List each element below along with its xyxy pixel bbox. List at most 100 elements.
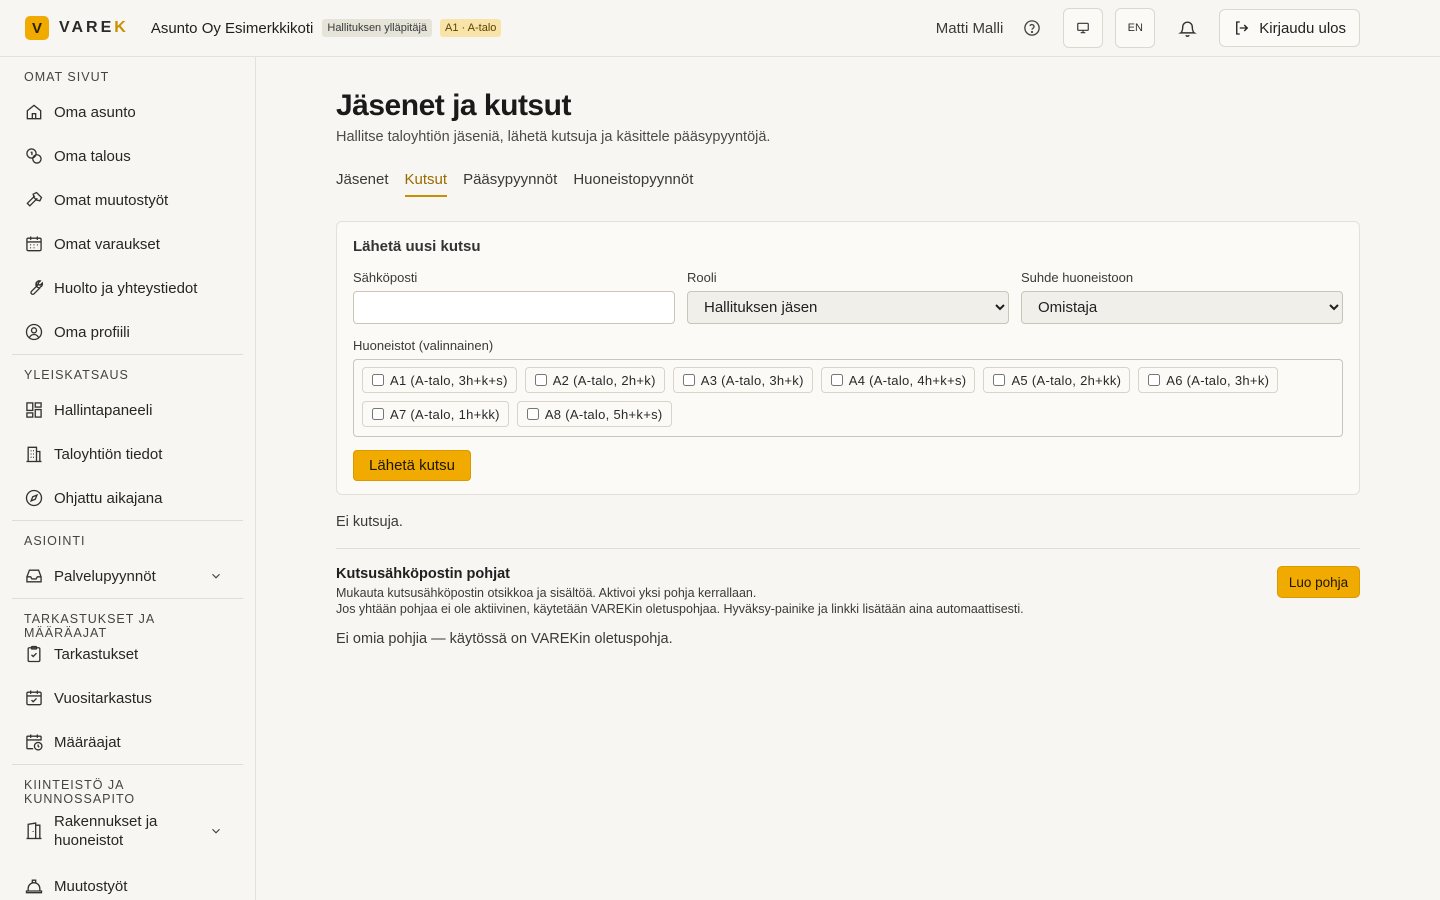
- templates-description-1: Mukauta kutsusähköpostin otsikkoa ja sis…: [336, 586, 757, 600]
- sidebar-section-title: KIINTEISTÖ JA KUNNOSSAPITO: [24, 778, 136, 806]
- sidebar-item-ohjattu-aikajana[interactable]: Ohjattu aikajana: [12, 476, 243, 520]
- sidebar-item-label: Määräajat: [54, 733, 121, 751]
- apartment-option[interactable]: A7 (A-talo, 1h+kk): [362, 401, 509, 427]
- apartment-checkbox[interactable]: [372, 374, 384, 386]
- sidebar-item-label: Taloyhtiön tiedot: [54, 445, 163, 463]
- dashboard-icon: [26, 402, 42, 418]
- calendar-clock-icon: [26, 734, 43, 751]
- bell-icon: [1177, 21, 1197, 37]
- create-template-button[interactable]: Luo pohja: [1277, 566, 1360, 598]
- sidebar-section-title: TARKASTUKSET JA MÄÄRÄAJAT: [24, 612, 155, 640]
- sidebar-item-rakennukset[interactable]: Rakennukset ja huoneistot: [12, 798, 243, 864]
- chevron-down-icon: [212, 828, 220, 834]
- sidebar-item-label: Muutostyöt: [54, 877, 128, 895]
- logout-button[interactable]: Kirjaudu ulos: [1219, 9, 1360, 47]
- sidebar-item-vuositarkastus[interactable]: Vuositarkastus: [12, 676, 243, 720]
- sidebar-item-omat-varaukset[interactable]: Omat varaukset: [12, 222, 243, 266]
- templates-empty-message: Ei omia pohjia — käytössä on VAREKin ole…: [336, 631, 673, 647]
- tab-jasenet[interactable]: Jäsenet: [336, 171, 389, 197]
- invite-form-card: Lähetä uusi kutsu Sähköposti Rooli Halli…: [336, 221, 1360, 495]
- sidebar-item-omat-muutostyot[interactable]: Omat muutostyöt: [12, 178, 243, 222]
- apartment-option-label: A2 (A-talo, 2h+k): [552, 372, 656, 388]
- sidebar-item-hallintapaneeli[interactable]: Hallintapaneeli: [12, 388, 243, 432]
- calendar-icon: [26, 236, 42, 252]
- apartment-checkbox[interactable]: [1148, 374, 1161, 386]
- top-bar: V VAREK Asunto Oy Esimerkkikoti Hallituk…: [0, 0, 1440, 57]
- templates-title: Kutsusähköpostin pohjat: [336, 566, 510, 582]
- section-divider: [336, 548, 1360, 549]
- logo[interactable]: V VAREK: [25, 16, 129, 40]
- apartment-option[interactable]: A5 (A-talo, 2h+kk): [983, 367, 1131, 393]
- relation-label: Suhde huoneistoon: [1021, 270, 1134, 285]
- apartment-option-label: A4 (A-talo, 4h+k+s): [848, 372, 967, 388]
- sidebar-item-muutostyot[interactable]: Muutostyöt: [12, 864, 243, 900]
- tab-bar: Jäsenet Kutsut Pääsypyynnöt Huoneistopyy…: [336, 171, 1360, 197]
- sidebar-section-title: YLEISKATSAUS: [24, 368, 129, 382]
- apartment-option-label: A8 (A-talo, 5h+k+s): [544, 406, 663, 422]
- sidebar-section-title: OMAT SIVUT: [24, 70, 110, 84]
- email-label: Sähköposti: [353, 270, 418, 285]
- wrench-icon: [30, 280, 44, 295]
- sidebar-item-label: Omat muutostyöt: [54, 191, 169, 209]
- sidebar: OMAT SIVUT Oma asunto Oma talous Omat mu…: [0, 57, 256, 900]
- clipboard-check-icon: [27, 645, 41, 663]
- sidebar-item-taloyhtion-tiedot[interactable]: Taloyhtiön tiedot: [12, 432, 243, 476]
- home-icon: [26, 104, 42, 120]
- templates-section: Kutsusähköpostin pohjat Mukauta kutsusäh…: [336, 566, 1360, 617]
- apartment-option-label: A5 (A-talo, 2h+kk): [1011, 372, 1122, 388]
- help-button[interactable]: [1022, 18, 1042, 38]
- send-invite-button[interactable]: Lähetä kutsu: [353, 450, 471, 481]
- sidebar-item-palvelupyynnot[interactable]: Palvelupyynnöt: [12, 554, 243, 598]
- logout-icon: [1236, 21, 1249, 35]
- apartment-checkbox[interactable]: [682, 374, 695, 386]
- apartment-checkbox[interactable]: [993, 374, 1006, 386]
- apartment-option[interactable]: A4 (A-talo, 4h+k+s): [820, 367, 976, 393]
- tab-paasypyynnot[interactable]: Pääsypyynnöt: [463, 171, 557, 197]
- apartment-option[interactable]: A8 (A-talo, 5h+k+s): [516, 401, 672, 427]
- hammer-icon: [26, 191, 43, 207]
- chevron-down-icon: [212, 573, 220, 579]
- apartment-checkbox[interactable]: [526, 408, 539, 420]
- monitor-icon: [1077, 22, 1090, 34]
- coins-icon: [26, 148, 42, 164]
- templates-description-2: Jos yhtään pohjaa ei ole aktiivinen, käy…: [336, 602, 1024, 616]
- compass-icon: [25, 489, 43, 507]
- logo-text-accent: K: [114, 19, 129, 36]
- sidebar-item-tarkastukset[interactable]: Tarkastukset: [12, 632, 243, 676]
- sidebar-item-label: Oma talous: [54, 147, 131, 165]
- apartment-option[interactable]: A2 (A-talo, 2h+k): [524, 367, 665, 393]
- sidebar-item-oma-profiili[interactable]: Oma profiili: [12, 310, 243, 354]
- logout-label: Kirjaudu ulos: [1259, 19, 1346, 37]
- hard-hat-icon: [25, 879, 43, 894]
- apartment-checkbox[interactable]: [534, 374, 547, 386]
- tab-huoneistopyynnot[interactable]: Huoneistopyynnöt: [573, 171, 693, 197]
- sidebar-item-label: Ohjattu aikajana: [54, 489, 163, 507]
- apartment-option[interactable]: A3 (A-talo, 3h+k): [672, 367, 813, 393]
- sidebar-item-label: Palvelupyynnöt: [54, 567, 156, 585]
- apartment-option[interactable]: A6 (A-talo, 3h+k): [1138, 367, 1279, 393]
- main-content: Jäsenet ja kutsut Hallitse taloyhtiön jä…: [336, 57, 1360, 647]
- apartment-checkbox[interactable]: [830, 374, 843, 386]
- relation-select[interactable]: Omistaja: [1021, 291, 1343, 324]
- display-mode-button[interactable]: [1063, 8, 1104, 48]
- apartment-option[interactable]: A1 (A-talo, 3h+k+s): [362, 367, 517, 393]
- sidebar-section-title: ASIOINTI: [24, 534, 86, 548]
- apartment-checkbox[interactable]: [372, 408, 384, 420]
- sidebar-item-oma-asunto[interactable]: Oma asunto: [12, 90, 243, 134]
- page-title: Jäsenet ja kutsut: [336, 89, 571, 122]
- sidebar-item-huolto[interactable]: Huolto ja yhteystiedot: [12, 266, 243, 310]
- role-badge: Hallituksen ylläpitäjä: [322, 19, 433, 37]
- sidebar-item-oma-talous[interactable]: Oma talous: [12, 134, 243, 178]
- tab-kutsut[interactable]: Kutsut: [404, 171, 448, 197]
- apartment-option-label: A6 (A-talo, 3h+k): [1166, 372, 1270, 388]
- help-icon: [1024, 20, 1041, 36]
- apartments-label: Huoneistot (valinnainen): [353, 338, 494, 353]
- logo-mark: V: [25, 16, 49, 40]
- sidebar-item-maaraajat[interactable]: Määräajat: [12, 720, 243, 764]
- logo-text-main: VARE: [59, 19, 115, 36]
- email-field[interactable]: [353, 291, 675, 324]
- role-select[interactable]: Hallituksen jäsen: [687, 291, 1009, 324]
- language-button[interactable]: EN: [1115, 8, 1156, 48]
- notifications-button[interactable]: [1167, 8, 1207, 48]
- role-label: Rooli: [687, 270, 717, 285]
